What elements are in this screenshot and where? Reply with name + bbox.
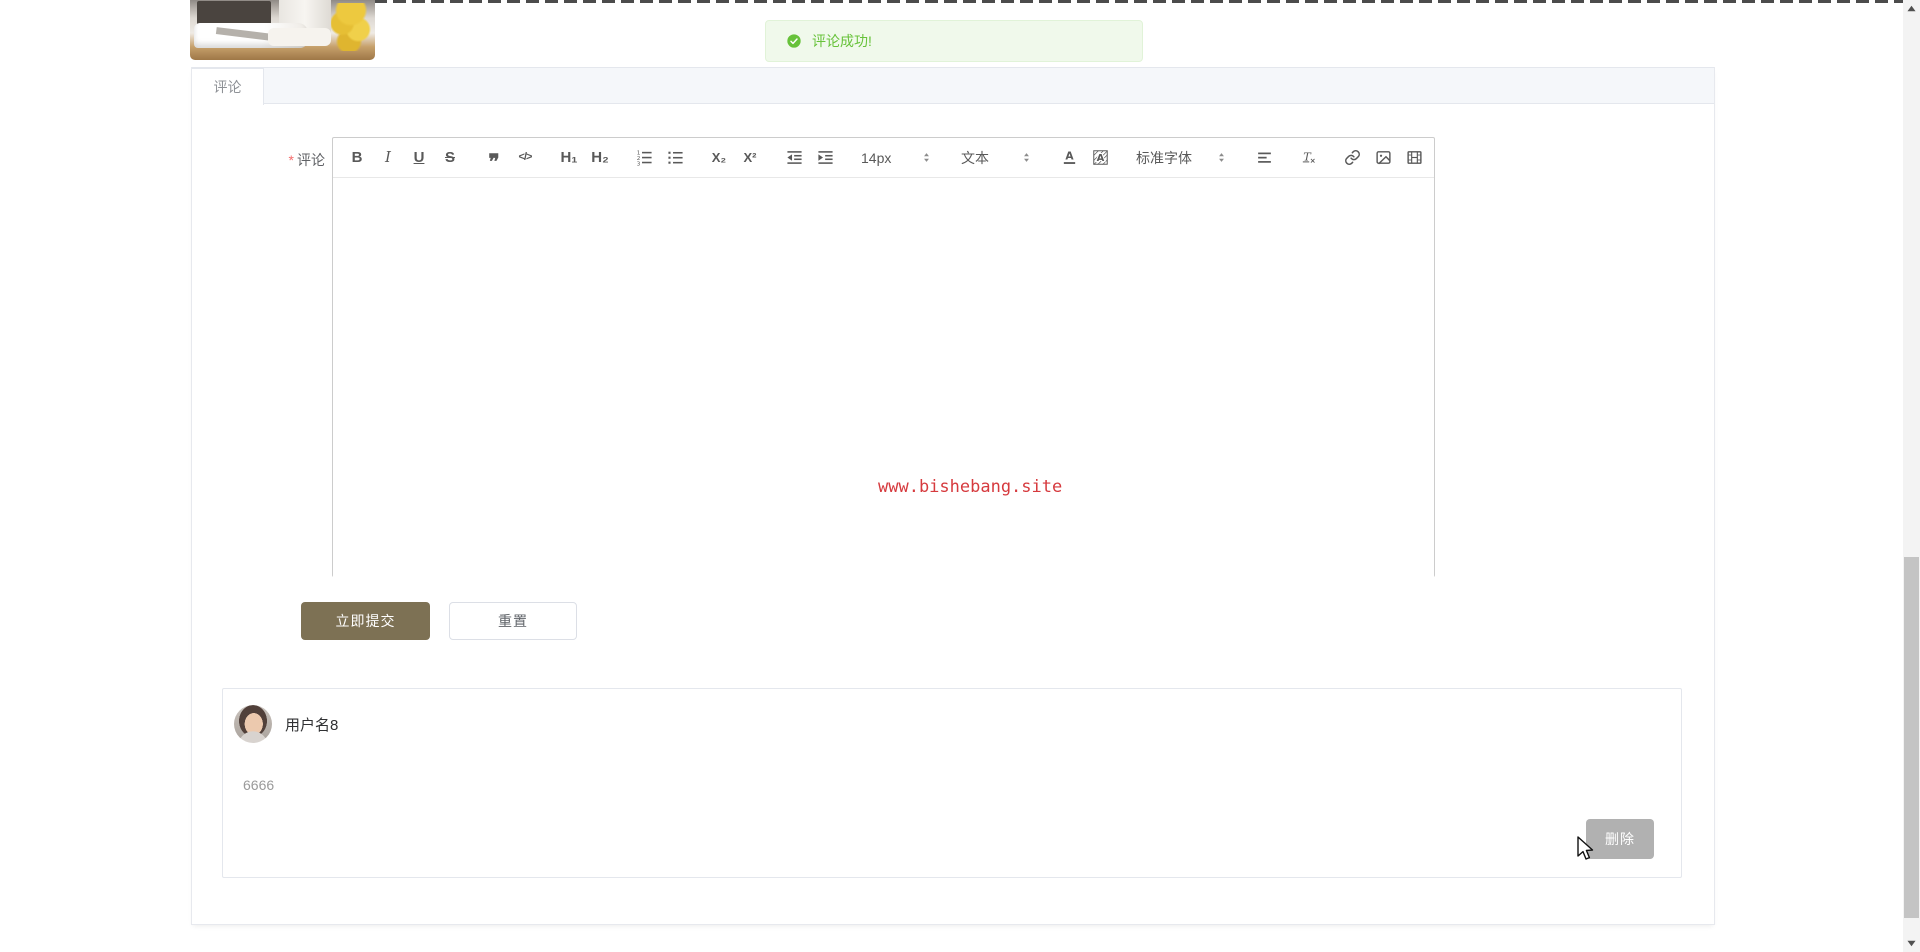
- avatar: [234, 705, 272, 743]
- caret-updown-icon: [1215, 151, 1228, 164]
- hotel-image-second-bed: [267, 27, 331, 46]
- font-color-button[interactable]: [1055, 143, 1083, 173]
- tab-comments-label: 评论: [213, 79, 242, 95]
- comment-field-label: * 评论: [230, 150, 325, 170]
- hotel-image-flowers: [330, 3, 372, 51]
- editor-content[interactable]: www.bishebang.site: [333, 179, 1434, 577]
- paragraph-type-select[interactable]: 文本: [955, 143, 1039, 173]
- indent-increase-button[interactable]: [811, 143, 839, 173]
- image-button[interactable]: [1369, 143, 1397, 173]
- font-size-select[interactable]: 14px: [855, 143, 939, 173]
- tab-comments[interactable]: 评论: [192, 68, 264, 105]
- caret-updown-icon: [920, 151, 933, 164]
- tab-header: 评论: [192, 67, 1714, 105]
- underline-button[interactable]: U: [405, 143, 433, 173]
- required-mark: *: [288, 152, 294, 168]
- link-button[interactable]: [1338, 143, 1366, 173]
- reset-button[interactable]: 重置: [449, 602, 577, 640]
- comment-field-label-text: 评论: [297, 152, 325, 168]
- comment-card: 用户名8 6666 删除: [222, 688, 1682, 878]
- scroll-down-icon[interactable]: [1903, 935, 1920, 952]
- header2-button[interactable]: H₂: [586, 143, 614, 173]
- strikethrough-button[interactable]: S: [436, 143, 464, 173]
- vertical-scrollbar[interactable]: [1903, 0, 1920, 952]
- indent-decrease-button[interactable]: [780, 143, 808, 173]
- video-button[interactable]: [1400, 143, 1428, 173]
- comment-username: 用户名8: [285, 717, 339, 734]
- bg-color-button[interactable]: [1086, 143, 1114, 173]
- delete-comment-button[interactable]: 删除: [1586, 819, 1654, 859]
- blockquote-button[interactable]: ❞: [480, 143, 508, 173]
- unordered-list-button[interactable]: [661, 143, 689, 173]
- hotel-room-image: [190, 0, 375, 60]
- header1-button[interactable]: H₁: [555, 143, 583, 173]
- font-family-select[interactable]: 标准字体: [1130, 143, 1234, 173]
- scrollbar-thumb[interactable]: [1904, 557, 1919, 918]
- check-circle-icon: [787, 34, 801, 48]
- caret-updown-icon: [1020, 151, 1033, 164]
- top-dashed-divider: [374, 0, 1903, 3]
- editor-toolbar: B I U S ❞ </> H₁ H₂ X₂ X² 14px 文本 标准字体: [333, 138, 1434, 178]
- clear-format-button[interactable]: [1294, 143, 1322, 173]
- scroll-up-icon[interactable]: [1903, 0, 1920, 17]
- align-button[interactable]: [1250, 143, 1278, 173]
- submit-button[interactable]: 立即提交: [301, 602, 430, 640]
- success-toast: 评论成功!: [765, 20, 1143, 62]
- comment-content: 6666: [243, 777, 275, 793]
- rich-text-editor: B I U S ❞ </> H₁ H₂ X₂ X² 14px 文本 标准字体 www.bishebang…: [332, 137, 1435, 577]
- italic-button[interactable]: I: [374, 143, 402, 173]
- toast-message: 评论成功!: [812, 33, 872, 49]
- ordered-list-button[interactable]: [630, 143, 658, 173]
- watermark-text: www.bishebang.site: [878, 477, 1063, 497]
- subscript-button[interactable]: X₂: [705, 143, 733, 173]
- code-button[interactable]: </>: [511, 143, 539, 173]
- bold-button[interactable]: B: [343, 143, 371, 173]
- hotel-image-headboard: [197, 1, 272, 26]
- superscript-button[interactable]: X²: [736, 143, 764, 173]
